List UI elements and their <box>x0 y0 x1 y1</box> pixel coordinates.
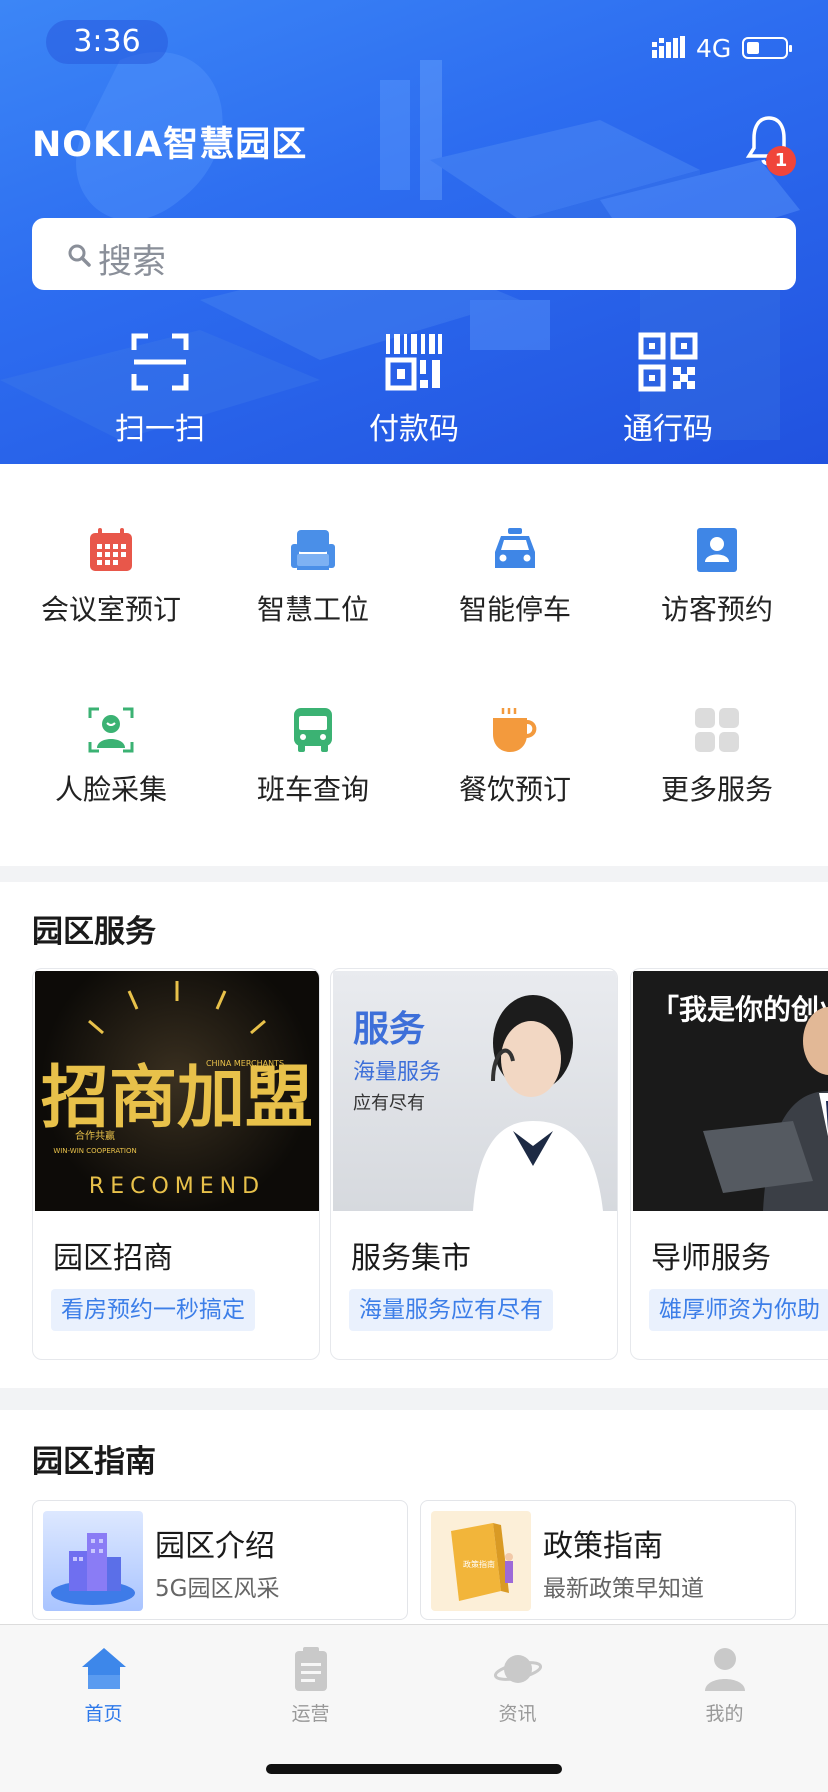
payment-code-label: 付款码 <box>369 412 459 447</box>
qr-code-icon <box>638 332 698 392</box>
payment-code-button[interactable]: 付款码 <box>324 332 504 447</box>
calendar-icon <box>90 528 132 571</box>
investment-banner-arc: RECOMEND <box>89 1174 265 1199</box>
status-bar: 3:36 4G <box>0 0 828 90</box>
service-label: 访客预约 <box>660 593 773 626</box>
service-grid: 会议室预订 智慧工位 智能停车 访客预约 人脸采集 班车查询 餐饮预订 更多服务 <box>0 464 828 866</box>
park-services-section: 园区服务 招商加盟 CHINA MERCHANTS 合作共赢 WIN-WIN C… <box>0 882 828 1388</box>
investment-banner-art: 招商加盟 CHINA MERCHANTS 合作共赢 WIN-WIN COOPER… <box>41 981 313 1199</box>
card-title: 导师服务 <box>651 1241 771 1276</box>
home-indicator <box>266 1764 562 1774</box>
service-label: 餐饮预订 <box>458 773 571 806</box>
quick-actions: 扫一扫 付款码 通行码 <box>0 332 828 447</box>
service-card-mentor[interactable]: 「我是你的创业导师」 导师服务 雄厚师资为你助 <box>630 968 828 1360</box>
face-scan-icon <box>88 707 134 753</box>
tab-label: 我的 <box>705 1703 744 1725</box>
car-icon <box>495 528 535 568</box>
city-building-icon <box>51 1533 135 1605</box>
mentor-banner-title: 「我是你的创业导师」 <box>651 993 828 1026</box>
mentor-banner-image: 「我是你的创业导师」 <box>633 971 828 1211</box>
service-smart-parking[interactable]: 智能停车 <box>415 526 615 646</box>
policy-book-icon: 政策指南 <box>451 1523 513 1601</box>
guide-policy[interactable]: 政策指南 政策指南 最新政策早知道 <box>420 1500 796 1620</box>
scan-label: 扫一扫 <box>115 412 205 447</box>
bus-icon <box>294 708 332 752</box>
market-banner-art: 服务 海量服务 应有尽有 <box>353 995 603 1211</box>
card-tag: 看房预约一秒搞定 <box>51 1289 255 1331</box>
service-more[interactable]: 更多服务 <box>617 706 817 826</box>
tab-operations[interactable]: 运营 <box>207 1635 414 1735</box>
mentor-banner-art: 「我是你的创业导师」 <box>651 993 828 1211</box>
investment-banner-sub1: CHINA MERCHANTS <box>206 1059 284 1068</box>
user-icon <box>704 1648 745 1691</box>
home-icon <box>81 1648 126 1689</box>
policy-thumbnail: 政策指南 <box>431 1511 531 1611</box>
market-banner-title: 服务 <box>353 1009 425 1050</box>
hero-header: 3:36 4G NOKIA智慧园区 1 搜索 扫一扫 付款码 通行码 <box>0 0 828 464</box>
service-shuttle-bus[interactable]: 班车查询 <box>213 706 413 826</box>
service-meeting-room[interactable]: 会议室预订 <box>11 526 211 646</box>
app-brand-title: NOKIA智慧园区 <box>32 125 308 165</box>
grid-more-icon <box>695 708 739 752</box>
market-banner-sub1: 海量服务 <box>353 1060 441 1085</box>
service-label: 智慧工位 <box>256 593 369 626</box>
tab-label: 运营 <box>291 1703 330 1725</box>
notification-badge: 1 <box>766 146 796 176</box>
card-title: 园区招商 <box>53 1241 173 1276</box>
policy-book-label: 政策指南 <box>463 1559 495 1569</box>
section-title: 园区指南 <box>32 1444 156 1480</box>
investment-banner-title: 招商加盟 <box>41 1059 313 1138</box>
guide-park-intro[interactable]: 园区介绍 5G园区风采 <box>32 1500 408 1620</box>
market-banner-image: 服务 海量服务 应有尽有 <box>333 971 617 1211</box>
investment-banner-sub3: WIN-WIN COOPERATION <box>53 1147 136 1155</box>
service-smart-desk[interactable]: 智慧工位 <box>213 526 413 646</box>
park-intro-thumbnail <box>43 1511 143 1611</box>
guide-title: 政策指南 <box>543 1529 663 1564</box>
investment-banner-image: 招商加盟 CHINA MERCHANTS 合作共赢 WIN-WIN COOPER… <box>35 971 319 1211</box>
battery-icon <box>742 37 792 59</box>
seat-icon <box>291 530 335 570</box>
guide-subtitle: 最新政策早知道 <box>543 1576 704 1602</box>
card-title: 服务集市 <box>351 1241 471 1276</box>
guide-subtitle: 5G园区风采 <box>155 1576 280 1602</box>
card-tag: 海量服务应有尽有 <box>349 1289 553 1331</box>
payment-code-icon <box>385 334 442 391</box>
search-placeholder: 搜索 <box>98 242 166 282</box>
service-card-market[interactable]: 服务 海量服务 应有尽有 服务集市 海量服务应有尽有 <box>330 968 618 1360</box>
scan-button[interactable]: 扫一扫 <box>70 332 250 447</box>
tab-mine[interactable]: 我的 <box>621 1635 828 1735</box>
tab-label: 资讯 <box>498 1703 537 1725</box>
signal-icon <box>652 36 685 58</box>
visitor-icon <box>697 528 737 572</box>
market-banner-sub2: 应有尽有 <box>353 1093 425 1114</box>
service-dining[interactable]: 餐饮预订 <box>415 706 615 826</box>
coffee-cup-icon <box>493 708 537 752</box>
service-label: 更多服务 <box>660 773 773 806</box>
guide-title: 园区介绍 <box>155 1529 275 1564</box>
tab-label: 首页 <box>84 1703 123 1725</box>
service-card-investment[interactable]: 招商加盟 CHINA MERCHANTS 合作共赢 WIN-WIN COOPER… <box>32 968 320 1360</box>
clipboard-icon <box>294 1647 327 1691</box>
card-tag: 雄厚师资为你助 <box>649 1289 828 1331</box>
search-input[interactable]: 搜索 <box>32 218 796 290</box>
service-label: 班车查询 <box>256 773 369 806</box>
service-visitor[interactable]: 访客预约 <box>617 526 817 646</box>
network-type: 4G <box>696 34 732 63</box>
service-label: 人脸采集 <box>54 773 167 806</box>
search-icon <box>68 244 91 267</box>
investment-banner-sub2: 合作共赢 <box>75 1129 115 1142</box>
tab-home[interactable]: 首页 <box>0 1635 207 1735</box>
pass-code-label: 通行码 <box>623 412 713 447</box>
service-label: 智能停车 <box>458 593 571 626</box>
service-label: 会议室预订 <box>40 593 181 626</box>
tab-news[interactable]: 资讯 <box>414 1635 621 1735</box>
service-face-capture[interactable]: 人脸采集 <box>11 706 211 826</box>
status-time: 3:36 <box>73 24 141 59</box>
park-guide-section: 园区指南 园区介绍 5G园区风采 政策指南 政策指南 最新政策早知道 <box>0 1410 828 1624</box>
planet-icon <box>493 1655 542 1683</box>
home-page: 3:36 4G NOKIA智慧园区 1 搜索 扫一扫 付款码 通行码 会议室预订… <box>0 0 828 1792</box>
scan-icon <box>131 333 189 391</box>
pass-code-button[interactable]: 通行码 <box>578 332 758 447</box>
section-title: 园区服务 <box>32 914 156 950</box>
